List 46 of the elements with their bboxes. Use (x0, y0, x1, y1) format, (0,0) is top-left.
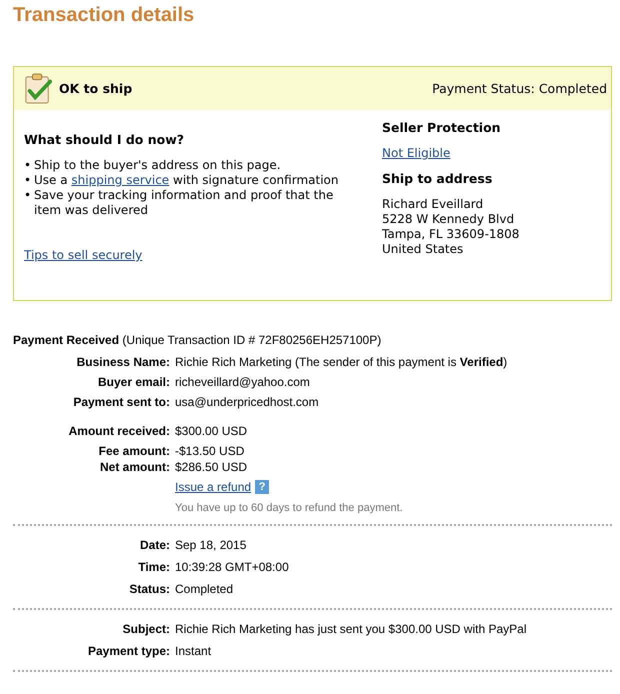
section-heading: Seller Protection (382, 120, 502, 135)
field-value: -$13.50 USD (175, 443, 244, 460)
address-line: Tampa, FL 33609-1808 (382, 227, 520, 242)
field-label: Date: (138, 537, 171, 554)
field-value: Sep 18, 2015 (175, 537, 246, 554)
field-label: Subject: (122, 621, 171, 638)
field-value: Richie Rich Marketing (The sender of this payment is Verified) (175, 354, 508, 371)
field-value: Completed (175, 581, 234, 598)
field-label: Buyer email: (96, 374, 171, 391)
field-value: Richie Rich Marketing has just sent you $300.00 USD with PayPal (175, 621, 527, 638)
field-value: $300.00 USD (175, 423, 248, 440)
address-line: 5228 W Kennedy Blvd (382, 212, 516, 227)
shipping-service-link[interactable]: shipping service (71, 173, 170, 187)
bullet: • (24, 173, 32, 188)
field-label: Status: (128, 581, 171, 598)
field-value: $286.50 USD (175, 459, 248, 476)
field-value: 10:39:28 GMT+08:00 (175, 559, 289, 576)
tips-link[interactable]: Tips to sell securely (24, 248, 142, 262)
section-heading: Ship to address (382, 171, 494, 186)
page-title: Transaction details (13, 3, 196, 27)
instruction-item: Use a shipping service with signature confirmation (34, 173, 340, 188)
field-label: Payment sent to: (72, 394, 171, 411)
field-value: Instant (175, 643, 212, 660)
bullet: • (24, 188, 32, 204)
section-heading: Payment Received (13, 333, 120, 347)
section-heading: What should I do now? (24, 132, 186, 147)
transaction-id: (Unique Transaction ID # 72F80256EH257100P) (122, 333, 382, 347)
field-label: Time: (137, 559, 171, 576)
field-label: Payment type: (86, 643, 171, 660)
instruction-item: Save your tracking information and proof that the item was delivered (34, 188, 334, 218)
instruction-item: Ship to the buyer's address on this page. (34, 158, 282, 173)
field-label: Business Name: (76, 354, 171, 371)
field-label: Amount received: (68, 423, 171, 440)
bullet: • (24, 158, 32, 173)
refund-note: You have up to 60 days to refund the payment. (175, 502, 404, 514)
address-line: Richard Eveillard (382, 197, 484, 212)
clipboard-check-icon (24, 72, 52, 104)
address-line: United States (382, 242, 464, 257)
payment-status: Payment Status: Completed (432, 81, 607, 96)
refund-link[interactable]: Issue a refund (175, 480, 252, 494)
field-label: Fee amount: (98, 443, 171, 460)
eligibility-link[interactable]: Not Eligible (382, 146, 450, 160)
field-label: Net amount: (99, 459, 171, 476)
shipping-status: OK to ship (59, 81, 132, 96)
field-value: usa@underpricedhost.com (175, 394, 319, 411)
field-value: richeveillard@yahoo.com (175, 374, 310, 391)
